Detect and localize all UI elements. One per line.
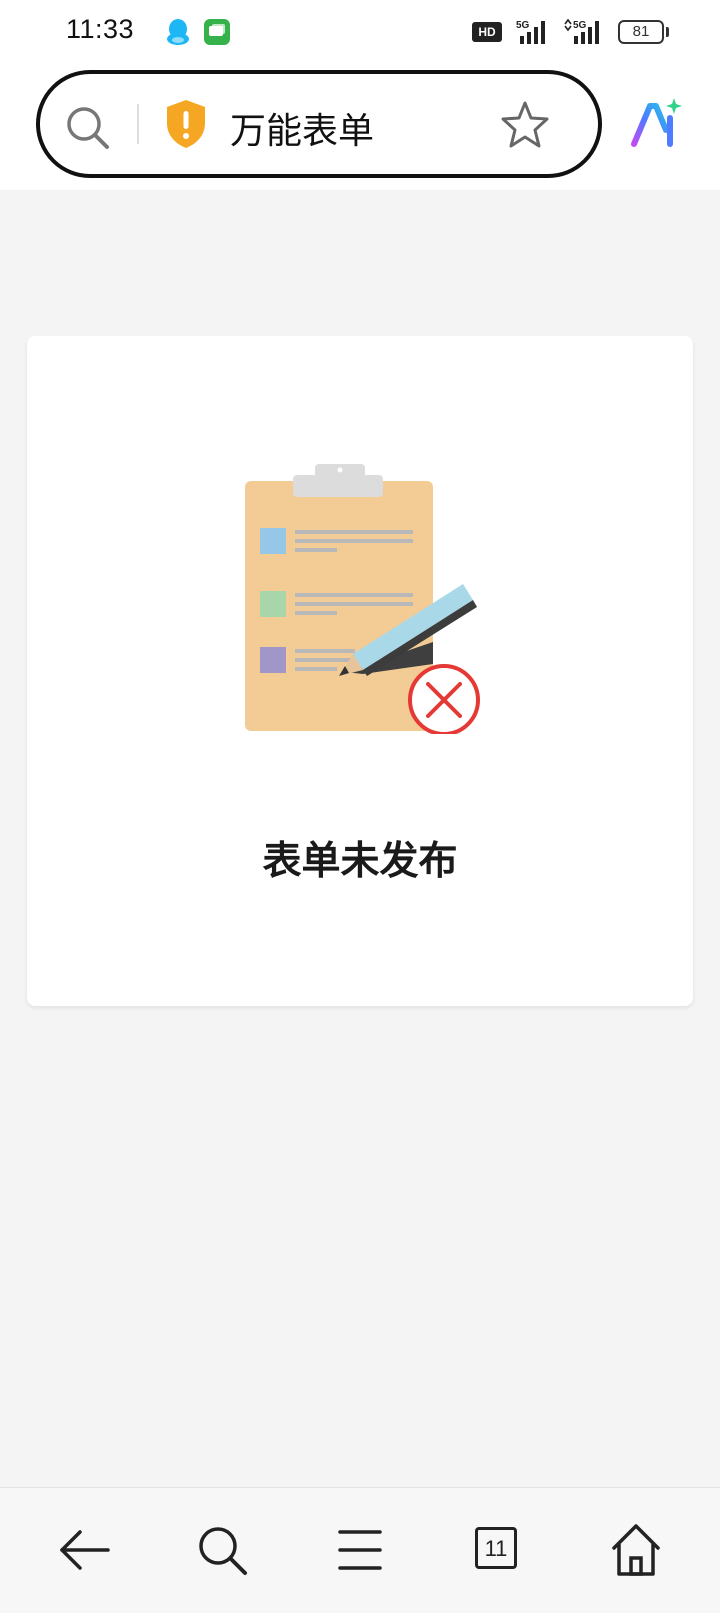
- page-title: 万能表单: [230, 111, 375, 152]
- tabs-button[interactable]: 11: [462, 1514, 534, 1586]
- home-button[interactable]: [600, 1514, 672, 1586]
- browser-toolbar: 万能表单: [0, 64, 720, 190]
- battery-cap: [666, 27, 669, 37]
- battery-indicator: 81: [618, 20, 664, 44]
- messages-icon: [204, 19, 230, 45]
- menu-icon[interactable]: [324, 1514, 396, 1586]
- star-icon[interactable]: [500, 100, 550, 150]
- search-button[interactable]: [186, 1514, 258, 1586]
- signal-5g-data-icon: 5G: [564, 18, 599, 44]
- back-arrow-icon[interactable]: [48, 1514, 120, 1586]
- home-icon[interactable]: [600, 1514, 672, 1586]
- search-icon[interactable]: [64, 104, 112, 152]
- security-warning-icon[interactable]: [164, 98, 208, 150]
- form-unpublished-message: 表单未发布: [262, 839, 458, 884]
- signal-5g-icon: 5G: [516, 20, 545, 44]
- hd-badge: HD: [472, 22, 502, 42]
- ai-assistant-icon[interactable]: [628, 96, 684, 152]
- status-bar: 11:33 HD 5G 5G 81: [0, 0, 720, 64]
- network-2-label: 5G: [573, 20, 587, 31]
- qq-icon: [167, 19, 189, 45]
- address-bar[interactable]: 万能表单: [36, 70, 602, 178]
- network-1-label: 5G: [516, 20, 530, 31]
- address-divider: [137, 104, 139, 144]
- status-time: 11:33: [66, 14, 135, 44]
- clipboard-error-icon: [245, 464, 480, 734]
- back-button[interactable]: [48, 1514, 120, 1586]
- menu-button[interactable]: [324, 1514, 396, 1586]
- form-status-card: 表单未发布: [27, 336, 693, 1006]
- bottom-navigation: 11: [0, 1487, 720, 1613]
- tabs-icon[interactable]: 11: [475, 1527, 517, 1569]
- search-icon[interactable]: [186, 1514, 258, 1586]
